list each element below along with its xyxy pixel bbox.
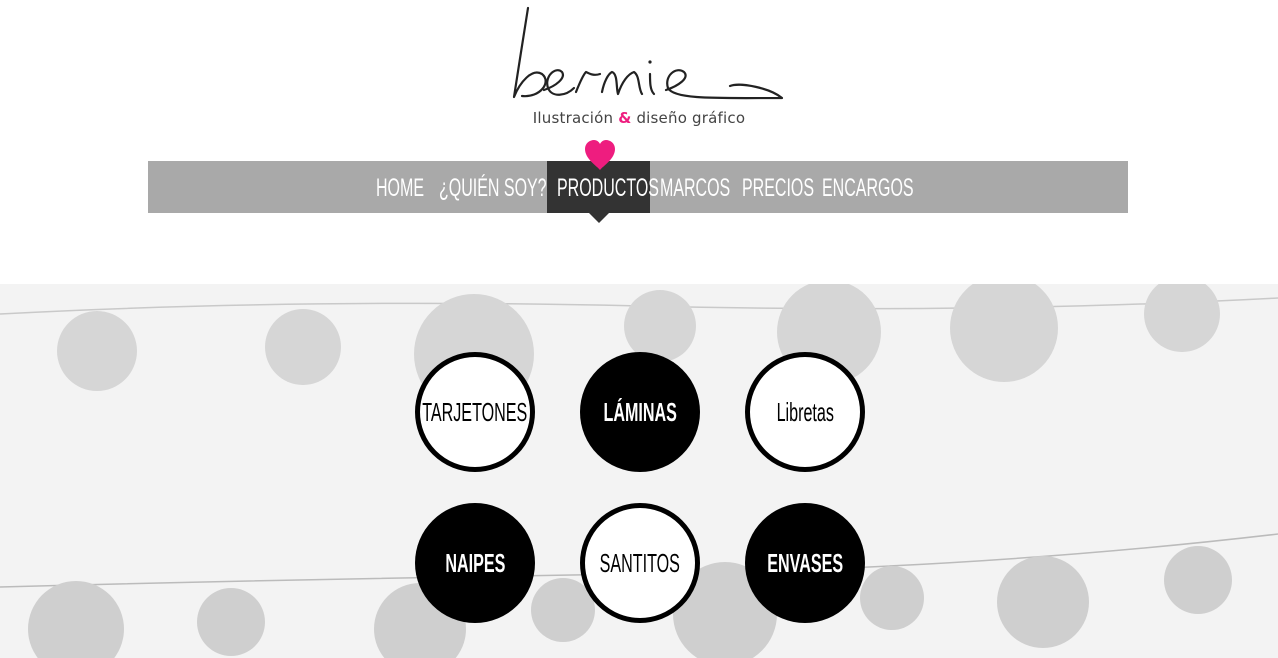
- nav-item-quien-soy[interactable]: ¿QUIÉN SOY?: [439, 161, 547, 213]
- product-santitos-button[interactable]: SANTITOS: [580, 503, 700, 623]
- product-naipes-button[interactable]: NAIPES: [415, 503, 535, 623]
- tagline: Ilustración & diseño gráfico: [0, 109, 1278, 127]
- logo-dot: [648, 60, 652, 64]
- product-libretas-button[interactable]: Libretas: [745, 352, 865, 472]
- tagline-part2: diseño gráfico: [636, 109, 746, 127]
- main-nav: HOME ¿QUIÉN SOY? PRODUCTOS MARCOS PRECIO…: [148, 161, 1128, 223]
- nav-active-pointer: [589, 213, 609, 223]
- product-label: SANTITOS: [599, 547, 681, 578]
- product-laminas-button[interactable]: LÁMINAS: [580, 352, 700, 472]
- product-envases-button[interactable]: ENVASES: [745, 503, 865, 623]
- nav-item-precios[interactable]: PRECIOS: [742, 161, 814, 213]
- nav-item-encargos[interactable]: ENCARGOS: [822, 161, 914, 213]
- product-label: Libretas: [776, 396, 834, 427]
- heart-icon: [585, 140, 615, 170]
- bernie-logo[interactable]: [500, 2, 790, 106]
- nav-item-home[interactable]: HOME: [376, 161, 424, 213]
- product-label: LÁMINAS: [603, 396, 677, 427]
- product-label: NAIPES: [444, 547, 506, 578]
- tagline-ampersand: &: [618, 109, 632, 127]
- product-tarjetones-button[interactable]: TARJETONES: [415, 352, 535, 472]
- products-hero: TARJETONES LÁMINAS Libretas NAIPES SANTI…: [0, 284, 1278, 658]
- tagline-part1: Ilustración: [532, 109, 614, 127]
- product-label: TARJETONES: [422, 396, 528, 427]
- product-label: ENVASES: [767, 547, 843, 578]
- nav-item-marcos[interactable]: MARCOS: [660, 161, 730, 213]
